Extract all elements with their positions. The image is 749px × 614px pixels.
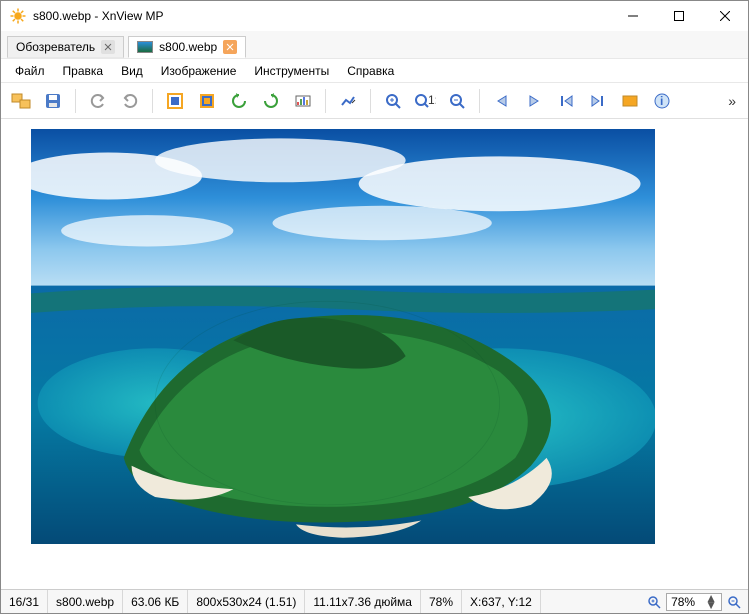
close-button[interactable] [702,1,748,31]
titlebar: s800.webp - XnView MP [1,1,748,31]
browser-button[interactable] [7,87,35,115]
fullscreen-button[interactable] [161,87,189,115]
app-window: s800.webp - XnView MP Обозреватель s800.… [0,0,749,614]
prev-button[interactable] [488,87,516,115]
tab-browser[interactable]: Обозреватель [7,36,124,58]
status-filesize: 63.06 КБ [123,590,188,613]
save-button[interactable] [39,87,67,115]
toolbar-separator [370,89,371,113]
maximize-button[interactable] [656,1,702,31]
close-icon[interactable] [223,40,237,54]
toolbar-overflow-button[interactable]: » [722,93,742,109]
toolbar-separator [325,89,326,113]
first-button[interactable] [552,87,580,115]
zoom-in-button[interactable] [379,87,407,115]
zoom-out-icon[interactable] [726,594,742,610]
zoom-controls: 78% ▲▼ [640,593,748,611]
zoom-value-label: 78% [671,595,695,609]
rotate-ccw-button[interactable] [225,87,253,115]
status-zoom-percent: 78% [421,590,462,613]
tab-browser-label: Обозреватель [16,40,95,54]
close-icon[interactable] [101,40,115,54]
svg-text:i: i [660,94,663,108]
menu-help[interactable]: Справка [339,60,402,82]
toolbar-separator [75,89,76,113]
menu-tools[interactable]: Инструменты [246,60,337,82]
toolbar-separator [479,89,480,113]
window-title: s800.webp - XnView MP [33,9,610,23]
toolbar-separator [152,89,153,113]
menubar: Файл Правка Вид Изображение Инструменты … [1,59,748,83]
status-dimensions: 800x530x24 (1.51) [188,590,305,613]
menu-image[interactable]: Изображение [153,60,245,82]
menu-edit[interactable]: Правка [55,60,112,82]
adjust-levels-button[interactable] [289,87,317,115]
status-filename: s800.webp [48,590,123,613]
auto-levels-button[interactable] [334,87,362,115]
last-button[interactable] [584,87,612,115]
zoom-value-input[interactable]: 78% ▲▼ [666,593,722,611]
crop-button[interactable] [193,87,221,115]
zoom-100-button[interactable]: 1:1 [411,87,439,115]
status-index: 16/31 [1,590,48,613]
toolbar: 1:1 i » [1,83,748,119]
minimize-button[interactable] [610,1,656,31]
next-button[interactable] [520,87,548,115]
undo-button[interactable] [84,87,112,115]
tab-thumb-icon [137,41,153,53]
slideshow-button[interactable] [616,87,644,115]
info-button[interactable]: i [648,87,676,115]
zoom-spinner[interactable]: ▲▼ [705,595,717,609]
image-viewport[interactable] [1,119,748,589]
status-coords: X:637, Y:12 [462,590,541,613]
svg-text:1:1: 1:1 [428,93,436,107]
menu-view[interactable]: Вид [113,60,151,82]
menu-file[interactable]: Файл [7,60,53,82]
rotate-cw-button[interactable] [257,87,285,115]
tabstrip: Обозреватель s800.webp [1,31,748,59]
app-icon [9,7,27,25]
zoom-out-button[interactable] [443,87,471,115]
redo-button[interactable] [116,87,144,115]
zoom-in-icon[interactable] [646,594,662,610]
tab-image-label: s800.webp [159,40,217,54]
statusbar: 16/31 s800.webp 63.06 КБ 800x530x24 (1.5… [1,589,748,613]
tab-image[interactable]: s800.webp [128,36,246,58]
status-inches: 11.11x7.36 дюйма [305,590,421,613]
displayed-image [31,129,655,544]
